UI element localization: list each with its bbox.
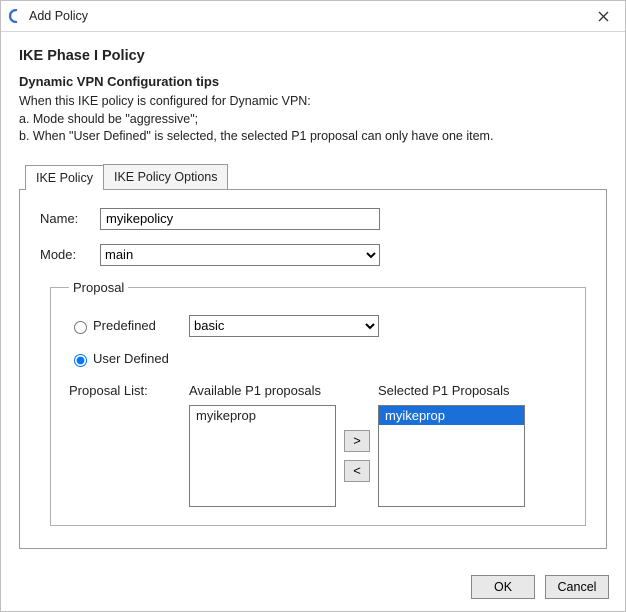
title-bar: Add Policy bbox=[1, 1, 625, 32]
proposal-legend: Proposal bbox=[69, 280, 128, 295]
userdefined-label: User Defined bbox=[93, 351, 169, 366]
proposal-list-label: Proposal List: bbox=[69, 383, 189, 507]
predefined-radio-row[interactable]: Predefined bbox=[69, 318, 189, 334]
cancel-button[interactable]: Cancel bbox=[545, 575, 609, 599]
dialog-footer: OK Cancel bbox=[471, 575, 609, 599]
tab-strip: IKE Policy IKE Policy Options bbox=[25, 164, 607, 189]
tips-body: When this IKE policy is configured for D… bbox=[19, 93, 607, 146]
move-right-button[interactable]: > bbox=[344, 430, 370, 452]
selected-item[interactable]: myikeprop bbox=[379, 406, 524, 425]
close-button[interactable] bbox=[581, 1, 625, 31]
selected-listbox[interactable]: myikeprop bbox=[378, 405, 525, 507]
ok-button[interactable]: OK bbox=[471, 575, 535, 599]
name-input[interactable] bbox=[100, 208, 380, 230]
tab-ike-policy-options[interactable]: IKE Policy Options bbox=[103, 164, 229, 189]
close-icon bbox=[598, 11, 609, 22]
page-title: IKE Phase I Policy bbox=[19, 48, 607, 64]
available-title: Available P1 proposals bbox=[189, 383, 321, 399]
name-label: Name: bbox=[40, 211, 100, 226]
tips-line: When this IKE policy is configured for D… bbox=[19, 93, 607, 111]
tips-line: a. Mode should be "aggressive"; bbox=[19, 111, 607, 129]
dialog-content: IKE Phase I Policy Dynamic VPN Configura… bbox=[1, 32, 625, 557]
tab-panel: Name: Mode: main Proposal Predefined bbox=[19, 189, 607, 549]
predefined-select[interactable]: basic bbox=[189, 315, 379, 337]
mode-label: Mode: bbox=[40, 247, 100, 262]
move-left-button[interactable]: < bbox=[344, 460, 370, 482]
app-icon bbox=[9, 9, 23, 23]
selected-title: Selected P1 Proposals bbox=[378, 383, 510, 399]
available-listbox[interactable]: myikeprop bbox=[189, 405, 336, 507]
userdefined-radio-row[interactable]: User Defined bbox=[69, 351, 189, 367]
tips-title: Dynamic VPN Configuration tips bbox=[19, 74, 607, 89]
tips-line: b. When "User Defined" is selected, the … bbox=[19, 128, 607, 146]
proposal-group: Proposal Predefined basic Us bbox=[50, 280, 586, 526]
tab-ike-policy[interactable]: IKE Policy bbox=[25, 165, 104, 190]
dialog-window: Add Policy IKE Phase I Policy Dynamic VP… bbox=[0, 0, 626, 612]
mode-select[interactable]: main bbox=[100, 244, 380, 266]
userdefined-radio[interactable] bbox=[74, 354, 87, 367]
tabs: IKE Policy IKE Policy Options Name: Mode… bbox=[19, 164, 607, 549]
predefined-radio[interactable] bbox=[74, 321, 87, 334]
window-title: Add Policy bbox=[29, 9, 88, 23]
available-item[interactable]: myikeprop bbox=[190, 406, 335, 425]
predefined-label: Predefined bbox=[93, 318, 156, 333]
